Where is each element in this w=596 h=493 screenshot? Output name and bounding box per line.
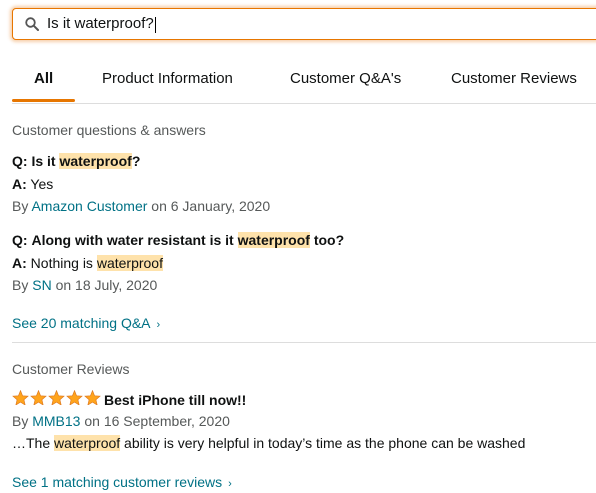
chevron-right-icon: ›	[228, 478, 232, 490]
star-icon	[66, 390, 83, 405]
answer-byline-1: By Amazon Customer on 6 January, 2020	[12, 198, 271, 214]
answer-byline-2: By SN on 18 July, 2020	[12, 277, 158, 293]
tab-customer-reviews[interactable]: Customer Reviews	[451, 70, 577, 87]
active-tab-indicator	[12, 99, 75, 102]
answer-date: on 6 January, 2020	[151, 198, 271, 214]
author-link[interactable]: SN	[32, 277, 51, 293]
question-2: Q: Along with water resistant is it wate…	[12, 232, 344, 248]
answer-text: Yes	[30, 176, 54, 192]
qa-section-title: Customer questions & answers	[12, 122, 206, 138]
question-text: Along with water resistant is it waterpr…	[31, 232, 345, 248]
question-prefix: Q:	[12, 153, 28, 169]
search-query-text: Is it waterproof?	[47, 15, 154, 33]
search-box[interactable]: Is it waterproof?	[12, 8, 596, 40]
review-byline: By MMB13 on 16 September, 2020	[12, 413, 230, 429]
reviewer-link[interactable]: MMB13	[32, 413, 80, 429]
star-icon	[84, 390, 101, 405]
section-divider	[12, 342, 596, 343]
answer-date: on 18 July, 2020	[55, 277, 158, 293]
search-icon	[25, 16, 41, 32]
star-icon	[30, 390, 47, 405]
question-text: Is it waterproof?	[31, 153, 141, 169]
reviews-section-title: Customer Reviews	[12, 361, 130, 377]
review-snippet: …The waterproof ability is very helpful …	[12, 435, 526, 451]
answer-prefix: A:	[12, 176, 27, 192]
search-highlight: waterproof	[96, 255, 163, 271]
search-input[interactable]: Is it waterproof?	[47, 15, 596, 33]
star-icon	[48, 390, 65, 405]
tab-product-information[interactable]: Product Information	[102, 70, 233, 87]
search-highlight: waterproof	[237, 232, 310, 248]
tab-all[interactable]: All	[34, 70, 53, 87]
search-highlight: waterproof	[54, 435, 121, 451]
see-matching-reviews-label: See 1 matching customer reviews	[12, 474, 223, 490]
question-1: Q: Is it waterproof?	[12, 153, 140, 169]
tab-customer-qa[interactable]: Customer Q&A's	[290, 70, 401, 87]
see-matching-qa-label: See 20 matching Q&A	[12, 315, 151, 331]
answer-2: A: Nothing is waterproof	[12, 255, 163, 271]
see-matching-qa-link[interactable]: See 20 matching Q&A ›	[12, 315, 160, 331]
filter-tabs: All Product Information Customer Q&A's C…	[12, 70, 596, 104]
question-prefix: Q:	[12, 232, 28, 248]
search-highlight: waterproof	[59, 153, 132, 169]
author-link[interactable]: Amazon Customer	[31, 198, 147, 214]
answer-prefix: A:	[12, 255, 27, 271]
chevron-right-icon: ›	[156, 319, 161, 331]
review-title[interactable]: Best iPhone till now!!	[104, 392, 246, 408]
answer-1: A: Yes	[12, 176, 53, 192]
star-icon	[12, 390, 29, 405]
answer-text: Nothing is waterproof	[30, 255, 163, 271]
text-caret	[154, 16, 156, 33]
star-rating	[12, 390, 102, 405]
review-date: on 16 September, 2020	[84, 413, 230, 429]
see-matching-reviews-link[interactable]: See 1 matching customer reviews ›	[12, 474, 232, 490]
